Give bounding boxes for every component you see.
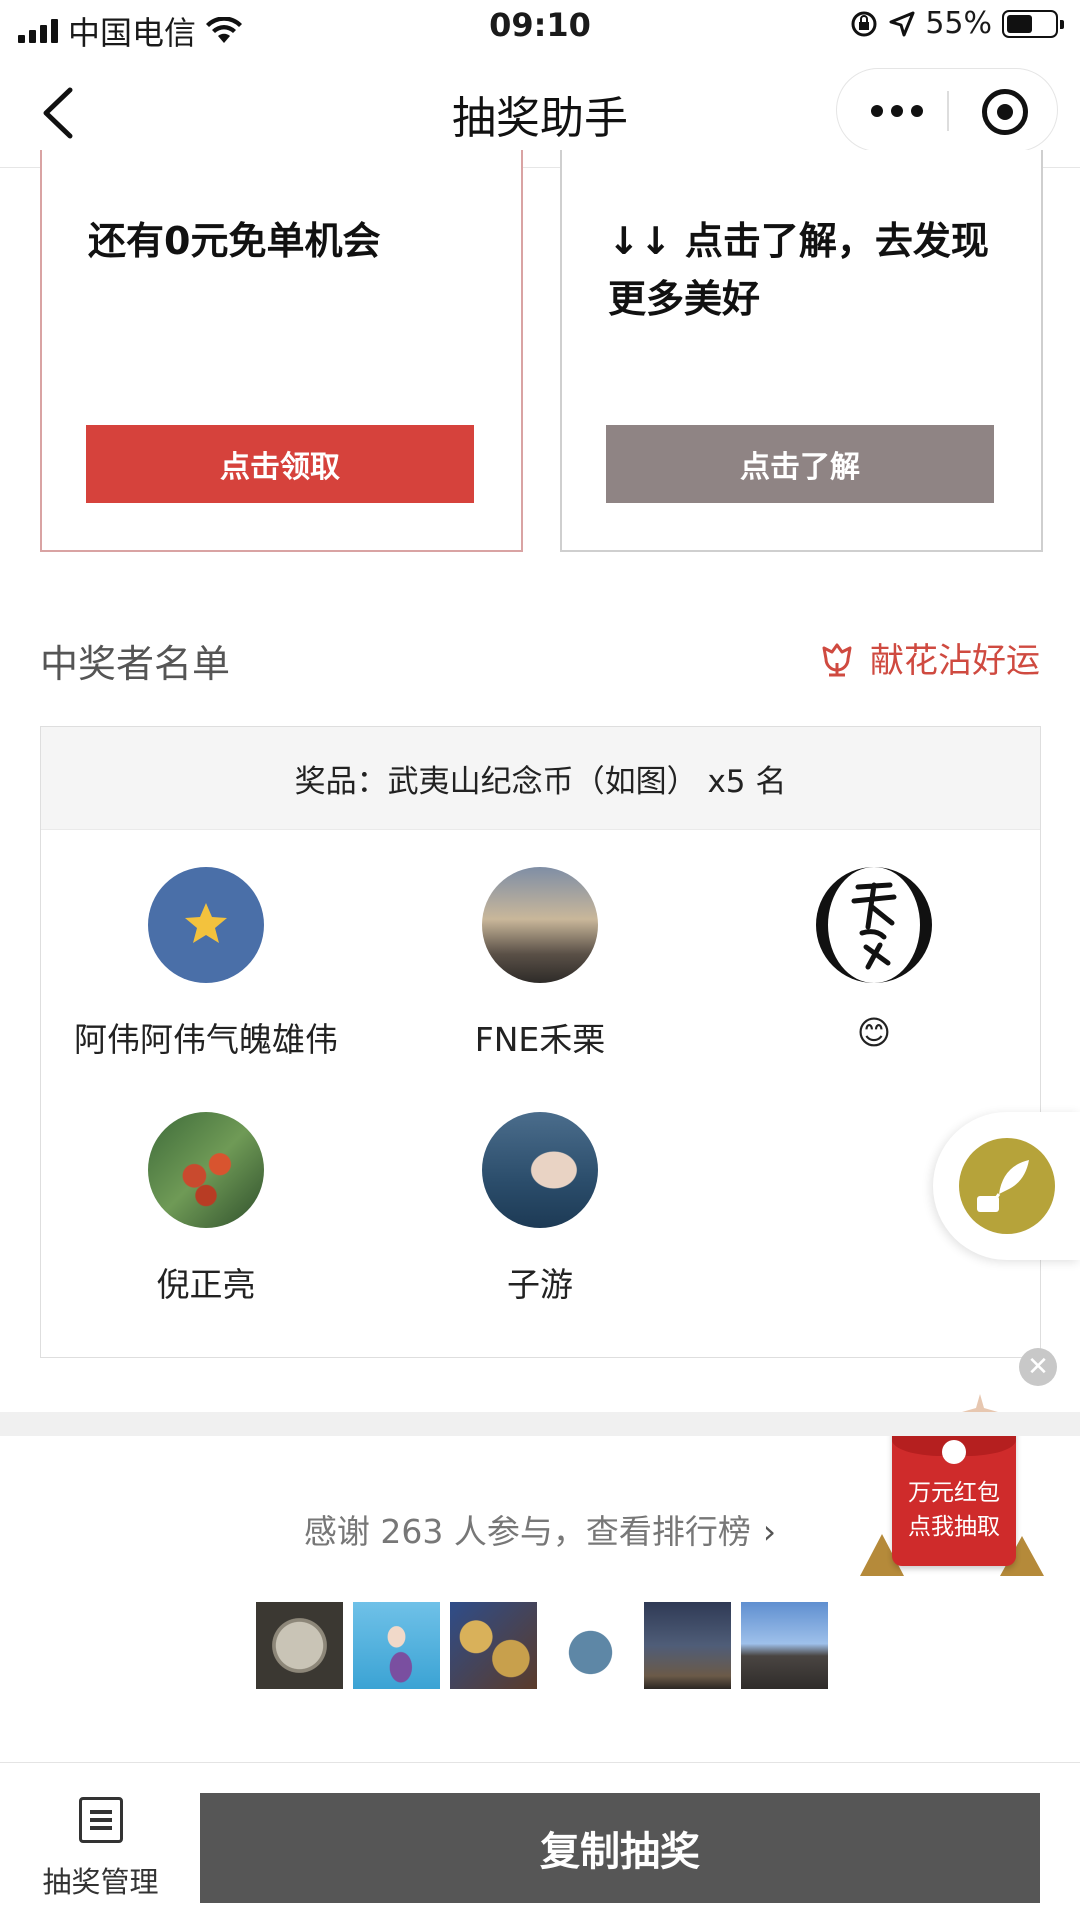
participant-avatar[interactable] — [547, 1602, 634, 1689]
winner-name: 子游 — [507, 1265, 573, 1304]
more-options-icon[interactable] — [871, 105, 923, 117]
miniprogram-capsule — [836, 68, 1058, 152]
send-flowers-label: 献花沾好运 — [870, 641, 1040, 681]
participant-avatar[interactable] — [741, 1602, 828, 1689]
winner-item[interactable]: 阿伟阿伟气魄雄伟 — [46, 867, 366, 1061]
winners-box: 奖品：武夷山纪念币（如图） x5 名 阿伟阿伟气魄雄伟 FNE禾栗 😊 倪正亮 … — [40, 726, 1041, 1358]
avatar — [148, 1112, 264, 1228]
avatar — [482, 867, 598, 983]
list-manage-icon — [78, 1797, 123, 1843]
participant-avatar[interactable] — [353, 1602, 440, 1689]
winner-name: 倪正亮 — [156, 1265, 256, 1304]
feather-pen-icon — [977, 1160, 1029, 1212]
copy-lottery-button[interactable]: 复制抽奖 — [200, 1793, 1040, 1903]
participant-avatar[interactable] — [644, 1602, 731, 1689]
lottery-manage-button[interactable]: 抽奖管理 — [38, 1797, 163, 1901]
winner-name: 😊 — [856, 1013, 892, 1052]
claim-button[interactable]: 点击领取 — [86, 425, 474, 503]
winner-name: FNE禾栗 — [474, 1020, 606, 1059]
location-icon — [889, 11, 915, 36]
participant-avatars — [256, 1602, 828, 1689]
winners-heading: 中奖者名单 — [40, 642, 231, 686]
participant-avatar[interactable] — [256, 1602, 343, 1689]
winner-name: 阿伟阿伟气魄雄伟 — [74, 1020, 338, 1059]
chevron-right-icon: › — [762, 1512, 777, 1551]
orientation-lock-icon — [851, 11, 877, 36]
prize-line: 奖品：武夷山纪念币（如图） x5 名 — [41, 727, 1040, 830]
calligraphy-avatar-icon — [851, 882, 897, 970]
participants-text: 感谢 263 人参与，查看排行榜 — [303, 1512, 751, 1551]
bottom-bar: 抽奖管理 复制抽奖 — [0, 1762, 1080, 1920]
manage-label: 抽奖管理 — [42, 1865, 159, 1899]
learn-more-button[interactable]: 点击了解 — [606, 425, 994, 503]
status-bar: 中国电信 09:10 55% — [0, 0, 1080, 54]
winner-item[interactable]: FNE禾栗 — [380, 867, 700, 1061]
winner-item[interactable]: 倪正亮 — [46, 1112, 366, 1306]
close-miniprogram-icon[interactable] — [982, 89, 1028, 135]
send-flowers-link[interactable]: 献花沾好运 — [818, 633, 1040, 682]
winner-item[interactable]: 😊 — [714, 867, 1034, 1052]
free-order-card: 还有0元免单机会 点击领取 — [40, 150, 523, 552]
battery-icon — [1002, 9, 1064, 38]
avatar — [816, 867, 932, 983]
flower-icon — [822, 643, 852, 676]
participants-ranking-link[interactable]: 感谢 263 人参与，查看排行榜 › — [0, 1505, 1080, 1553]
battery-percent: 55% — [925, 6, 992, 41]
avatar — [482, 1112, 598, 1228]
discover-card: ↓↓ 点击了解，去发现更多美好 点击了解 — [560, 150, 1043, 552]
winner-item[interactable]: 子游 — [380, 1112, 700, 1306]
close-icon[interactable]: ✕ — [1019, 1348, 1057, 1386]
participant-avatar[interactable] — [450, 1602, 537, 1689]
card-text: ↓↓ 点击了解，去发现更多美好 — [608, 219, 989, 321]
floating-edit-button[interactable] — [933, 1112, 1080, 1260]
section-divider — [0, 1412, 1080, 1436]
star-avatar-icon — [185, 903, 227, 943]
avatar — [148, 867, 264, 983]
card-text: 还有0元免单机会 — [88, 219, 381, 263]
